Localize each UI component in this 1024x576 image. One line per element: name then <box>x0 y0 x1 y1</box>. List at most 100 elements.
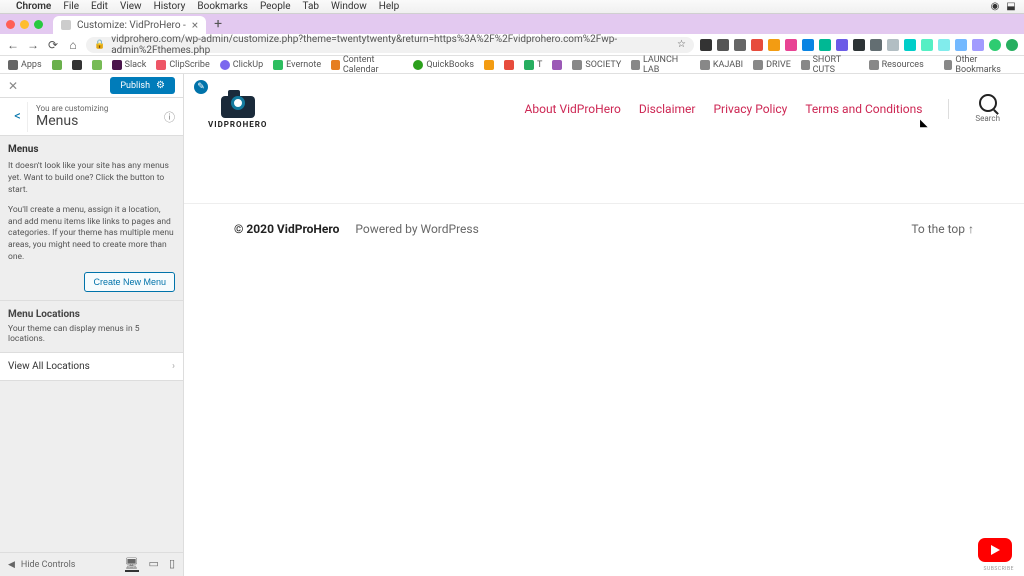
tab-close-icon[interactable]: × <box>192 19 198 31</box>
main-area: ✕ Publish ⚙ < You are customizing Menus … <box>0 74 1024 576</box>
chevron-right-icon: › <box>172 361 175 372</box>
menu-edit[interactable]: Edit <box>91 1 108 12</box>
ext-icon[interactable] <box>785 39 797 51</box>
menu-locations-heading: Menu Locations <box>8 309 175 320</box>
menu-bookmarks[interactable]: Bookmarks <box>197 1 248 12</box>
device-mobile-icon[interactable]: ▯ <box>169 557 175 572</box>
menubar-app[interactable]: Chrome <box>16 1 51 12</box>
cursor-icon: ◣ <box>920 118 928 129</box>
ext-icon[interactable] <box>870 39 882 51</box>
menu-tab[interactable]: Tab <box>303 1 319 12</box>
star-icon[interactable]: ☆ <box>677 39 686 50</box>
view-all-locations-button[interactable]: View All Locations › <box>0 352 183 381</box>
ext-icon[interactable] <box>972 39 984 51</box>
nav-about[interactable]: About VidProHero <box>525 102 621 116</box>
ext-icon[interactable] <box>734 39 746 51</box>
bookmark-item[interactable] <box>504 60 514 70</box>
bookmark-content-calendar[interactable]: Content Calendar <box>331 55 403 75</box>
camera-logo-icon <box>218 88 258 118</box>
traffic-lights[interactable] <box>6 20 43 29</box>
footer-powered[interactable]: Powered by WordPress <box>355 222 478 236</box>
bookmark-item[interactable] <box>92 60 102 70</box>
forward-icon[interactable]: → <box>26 38 40 52</box>
bookmarks-bar: Apps Slack ClipScribe ClickUp Evernote C… <box>0 56 1024 74</box>
bookmark-t[interactable]: T <box>524 60 542 70</box>
footer-copyright: © 2020 VidProHero <box>234 222 339 236</box>
nav-privacy[interactable]: Privacy Policy <box>713 102 787 116</box>
ext-icon[interactable] <box>938 39 950 51</box>
menu-help[interactable]: Help <box>379 1 399 12</box>
nav-terms[interactable]: Terms and Conditions <box>805 102 922 116</box>
window-min[interactable] <box>20 20 29 29</box>
youtube-subscribe-button[interactable] <box>978 538 1012 562</box>
brand-text: VIDPROHERO <box>208 120 267 129</box>
menus-heading: Menus <box>8 144 175 155</box>
bookmark-item[interactable] <box>52 60 62 70</box>
browser-toolbar: ← → ⟳ ⌂ 🔒 vidprohero.com/wp-admin/custom… <box>0 34 1024 56</box>
site-logo[interactable]: ✎ VIDPROHERO <box>208 88 267 129</box>
publish-gear-icon[interactable]: ⚙ <box>156 80 165 91</box>
back-section-button[interactable]: < <box>8 102 28 132</box>
new-tab-button[interactable]: + <box>214 16 222 32</box>
ext-icon[interactable] <box>836 39 848 51</box>
menu-window[interactable]: Window <box>331 1 367 12</box>
address-bar[interactable]: 🔒 vidprohero.com/wp-admin/customize.php?… <box>86 37 694 53</box>
bookmark-item[interactable] <box>552 60 562 70</box>
collapse-icon[interactable]: ◀ <box>8 560 15 570</box>
ext-icon[interactable] <box>700 39 712 51</box>
menu-file[interactable]: File <box>63 1 79 12</box>
bookmark-resources[interactable]: Resources <box>869 60 924 70</box>
ext-icon[interactable] <box>819 39 831 51</box>
hide-controls-label[interactable]: Hide Controls <box>21 560 76 570</box>
menus-panel: Menus It doesn't look like your site has… <box>0 136 183 300</box>
back-icon[interactable]: ← <box>6 38 20 52</box>
ext-icon[interactable] <box>768 39 780 51</box>
ext-icon[interactable] <box>802 39 814 51</box>
window-close[interactable] <box>6 20 15 29</box>
ext-icon[interactable] <box>921 39 933 51</box>
bookmark-item[interactable] <box>484 60 494 70</box>
ext-icon[interactable] <box>1006 39 1018 51</box>
bookmark-kajabi[interactable]: KAJABI <box>700 60 743 70</box>
ext-icon[interactable] <box>717 39 729 51</box>
ext-icon[interactable] <box>904 39 916 51</box>
help-icon[interactable]: ⓘ <box>164 109 175 125</box>
device-tablet-icon[interactable]: ▭ <box>149 557 159 572</box>
bookmark-launchlab[interactable]: LAUNCH LAB <box>631 55 690 75</box>
close-customizer-icon[interactable]: ✕ <box>8 79 18 93</box>
menubar-dropbox-icon[interactable]: ⬓ <box>1006 1 1016 12</box>
nav-disclaimer[interactable]: Disclaimer <box>639 102 696 116</box>
publish-button[interactable]: Publish ⚙ <box>110 77 175 94</box>
bookmark-society[interactable]: SOCIETY <box>572 60 621 70</box>
bookmark-evernote[interactable]: Evernote <box>273 60 321 70</box>
home-icon[interactable]: ⌂ <box>66 38 80 52</box>
edit-shortcut-icon[interactable]: ✎ <box>194 80 208 94</box>
ext-icon[interactable] <box>751 39 763 51</box>
menu-people[interactable]: People <box>260 1 291 12</box>
window-max[interactable] <box>34 20 43 29</box>
mac-menubar: Chrome File Edit View History Bookmarks … <box>0 0 1024 14</box>
site-preview: ✎ VIDPROHERO About VidProHero Disclaimer… <box>184 74 1024 576</box>
browser-tab[interactable]: Customize: VidProHero - × <box>53 16 206 34</box>
to-the-top-link[interactable]: To the top ↑ <box>911 222 974 236</box>
search-toggle[interactable]: Search <box>975 94 1000 123</box>
bookmark-drive[interactable]: DRIVE <box>753 60 791 70</box>
menu-history[interactable]: History <box>154 1 186 12</box>
menu-view[interactable]: View <box>120 1 142 12</box>
menubar-loom-icon[interactable]: ◉ <box>990 1 1000 12</box>
other-bookmarks[interactable]: Other Bookmarks <box>944 55 1016 75</box>
ext-icon[interactable] <box>955 39 967 51</box>
bookmark-clipscribe[interactable]: ClipScribe <box>156 60 209 70</box>
bookmark-item[interactable] <box>72 60 82 70</box>
bookmark-slack[interactable]: Slack <box>112 60 147 70</box>
bookmark-apps[interactable]: Apps <box>8 60 42 70</box>
profile-icon[interactable] <box>989 39 1001 51</box>
create-new-menu-button[interactable]: Create New Menu <box>84 272 175 292</box>
reload-icon[interactable]: ⟳ <box>46 38 60 52</box>
device-desktop-icon[interactable]: 🖥 <box>125 557 139 572</box>
ext-icon[interactable] <box>853 39 865 51</box>
bookmark-clickup[interactable]: ClickUp <box>220 60 263 70</box>
ext-icon[interactable] <box>887 39 899 51</box>
bookmark-quickbooks[interactable]: QuickBooks <box>413 60 474 70</box>
bookmark-shortcuts[interactable]: SHORT CUTS <box>801 55 859 75</box>
